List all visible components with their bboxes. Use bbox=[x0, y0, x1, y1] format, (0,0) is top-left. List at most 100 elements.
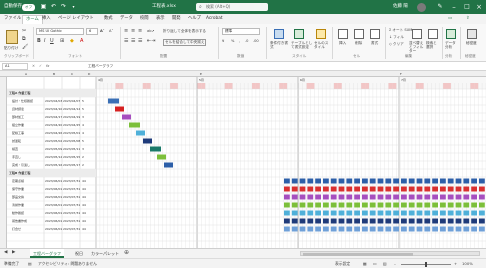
task-name[interactable]: 完成・引渡し bbox=[12, 163, 30, 167]
menu-home[interactable]: ホーム bbox=[22, 15, 43, 24]
autosave-toggle[interactable]: オフ bbox=[22, 3, 35, 11]
cut-icon[interactable]: ✂ bbox=[22, 29, 26, 34]
shrink-font-icon[interactable]: A˅ bbox=[109, 29, 113, 34]
menu-acrobat[interactable]: Acrobat bbox=[206, 15, 223, 23]
insert-cells-icon[interactable] bbox=[338, 29, 348, 39]
percent-icon[interactable]: % bbox=[231, 39, 234, 44]
font-size-select[interactable]: 6 bbox=[86, 28, 98, 35]
merge-center-button[interactable]: セルを結合して中央揃え bbox=[163, 39, 207, 46]
task-name[interactable]: 清掃作業 bbox=[12, 203, 24, 207]
task-start-date[interactable]: 2023/06/01 bbox=[45, 219, 62, 223]
menu-review[interactable]: 校閲 bbox=[140, 15, 149, 23]
task-duration[interactable]: 5 bbox=[82, 107, 84, 111]
task-name[interactable]: 配線工事 bbox=[12, 131, 24, 135]
section-title[interactable]: 工程A 作業工程 bbox=[9, 91, 30, 95]
task-name[interactable]: 資材調達 bbox=[12, 107, 24, 111]
fill-color-icon[interactable]: ◆ bbox=[70, 39, 74, 44]
task-start-date[interactable]: 2023/04/17 bbox=[45, 115, 62, 119]
task-end-date[interactable]: 2023/07/31 bbox=[63, 179, 80, 183]
increase-decimal-icon[interactable]: .0 bbox=[245, 39, 248, 44]
cell-styles-icon[interactable] bbox=[316, 29, 326, 39]
grow-font-icon[interactable]: A˄ bbox=[100, 29, 105, 34]
macro-icon[interactable]: ▤ bbox=[28, 260, 32, 268]
task-duration[interactable]: 2 bbox=[82, 163, 84, 167]
tab-color-palette[interactable]: カラーパレット bbox=[88, 249, 122, 258]
task-duration[interactable]: 5 bbox=[82, 139, 84, 143]
task-start-date[interactable]: 2023/06/01 bbox=[45, 227, 62, 231]
task-duration[interactable]: 4 bbox=[82, 123, 84, 127]
orientation-icon[interactable]: ab↗ bbox=[147, 29, 155, 34]
wrap-text-button[interactable]: 折り返して全体を表示する bbox=[163, 29, 206, 34]
task-end-date[interactable]: 2023/05/01 bbox=[63, 131, 80, 135]
task-start-date[interactable]: 2023/06/01 bbox=[45, 179, 62, 183]
normal-view-icon[interactable]: ▦ bbox=[363, 260, 367, 268]
task-start-date[interactable]: 2023/04/26 bbox=[45, 131, 62, 135]
customize-qat-icon[interactable]: ▾ bbox=[70, 3, 77, 10]
conditional-format-icon[interactable] bbox=[274, 29, 284, 39]
zoom-slider-thumb[interactable] bbox=[425, 262, 427, 267]
menu-insert[interactable]: 挿入 bbox=[42, 15, 51, 23]
task-end-date[interactable]: 2023/05/11 bbox=[63, 147, 80, 151]
minimize-icon[interactable]: – bbox=[447, 2, 461, 12]
task-end-date[interactable]: 2023/04/14 bbox=[63, 107, 80, 111]
task-duration[interactable]: 3 bbox=[82, 147, 84, 151]
zoom-in-icon[interactable]: + bbox=[454, 260, 457, 268]
task-end-date[interactable]: 2023/07/31 bbox=[63, 219, 80, 223]
task-name[interactable]: 部材加工 bbox=[12, 115, 24, 119]
task-end-date[interactable]: 2023/07/31 bbox=[63, 203, 80, 207]
task-name[interactable]: 試運転 bbox=[12, 139, 21, 143]
task-duration[interactable]: 44 bbox=[82, 203, 86, 207]
task-duration[interactable]: 44 bbox=[82, 195, 86, 199]
task-start-date[interactable]: 2023/05/16 bbox=[45, 163, 62, 167]
task-duration[interactable]: 44 bbox=[82, 219, 86, 223]
copy-icon[interactable]: ⧉ bbox=[22, 37, 26, 42]
format-as-table-label[interactable]: テーブルとして書式設定 bbox=[291, 41, 313, 49]
page-break-view-icon[interactable]: ▥ bbox=[383, 260, 387, 268]
cancel-entry-icon[interactable]: ✕ bbox=[32, 64, 35, 69]
align-center-icon[interactable]: ☰ bbox=[131, 39, 135, 44]
column-header[interactable]: D bbox=[88, 72, 90, 76]
column-header[interactable]: C bbox=[71, 72, 73, 76]
delete-cells-label[interactable]: 削除 bbox=[355, 41, 362, 46]
task-end-date[interactable]: 2023/07/31 bbox=[63, 211, 80, 215]
conditional-format-label[interactable]: 条件付き書式 bbox=[270, 41, 290, 49]
task-start-date[interactable]: 2023/05/02 bbox=[45, 139, 62, 143]
comma-icon[interactable]: , bbox=[239, 39, 240, 44]
task-duration[interactable]: 5 bbox=[82, 99, 84, 103]
sensitivity-icon[interactable] bbox=[467, 29, 477, 39]
task-end-date[interactable]: 2023/05/08 bbox=[63, 139, 80, 143]
task-name[interactable]: 打合せ bbox=[12, 227, 21, 231]
format-cells-label[interactable]: 書式 bbox=[371, 41, 378, 46]
accessibility-status[interactable]: アクセシビリティ: 問題ありません bbox=[38, 260, 97, 268]
insert-cells-label[interactable]: 挿入 bbox=[339, 41, 346, 46]
paste-icon[interactable] bbox=[6, 30, 18, 44]
task-name[interactable]: 検査 bbox=[12, 147, 18, 151]
align-bottom-icon[interactable]: ≡ bbox=[138, 29, 142, 34]
border-icon[interactable]: ⊞ bbox=[60, 39, 64, 44]
task-name[interactable]: 組立作業 bbox=[12, 123, 24, 127]
align-middle-icon[interactable]: ≡ bbox=[131, 29, 135, 34]
name-box[interactable]: A1 bbox=[2, 63, 28, 70]
clear-button[interactable]: ◇ クリア bbox=[389, 42, 404, 47]
page-layout-view-icon[interactable]: ▭ bbox=[373, 260, 377, 268]
delete-cells-icon[interactable] bbox=[354, 29, 364, 39]
format-cells-icon[interactable] bbox=[370, 29, 380, 39]
task-duration[interactable]: 44 bbox=[82, 179, 86, 183]
fill-button[interactable]: ↓ フィル bbox=[389, 35, 404, 40]
task-start-date[interactable]: 2023/05/12 bbox=[45, 155, 62, 159]
font-color-icon[interactable]: A bbox=[80, 39, 83, 44]
section-title[interactable]: 工程B 作業工程 bbox=[9, 171, 30, 175]
task-end-date[interactable]: 2023/05/15 bbox=[63, 155, 80, 159]
task-name[interactable]: 設計・仕様確認 bbox=[12, 99, 33, 103]
format-painter-icon[interactable]: 🖌 bbox=[22, 45, 28, 50]
insert-function-icon[interactable]: fx bbox=[46, 64, 49, 69]
align-top-icon[interactable]: ≡ bbox=[124, 29, 128, 34]
bold-icon[interactable]: B bbox=[37, 39, 41, 44]
column-header[interactable]: B bbox=[53, 72, 55, 76]
task-end-date[interactable]: 2023/07/31 bbox=[63, 227, 80, 231]
tab-holidays[interactable]: 祝日 bbox=[72, 249, 86, 258]
task-start-date[interactable]: 2023/06/01 bbox=[45, 211, 62, 215]
save-icon[interactable]: ▣ bbox=[40, 3, 47, 10]
decrease-decimal-icon[interactable]: .00 bbox=[253, 39, 259, 44]
task-duration[interactable]: 44 bbox=[82, 227, 86, 231]
